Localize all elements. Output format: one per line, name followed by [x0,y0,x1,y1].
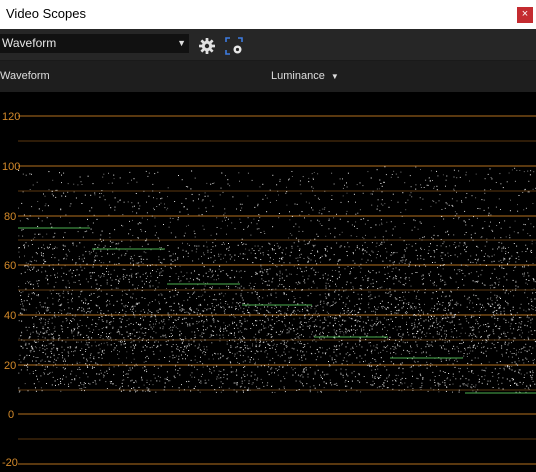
tick-label: 100 [2,161,20,173]
luminance-trace [18,166,536,393]
close-button[interactable]: × [517,7,533,23]
title-bar: Video Scopes × [0,0,536,29]
gear-icon[interactable] [198,37,216,55]
scope-type-select[interactable]: Waveform ▼ [0,34,189,53]
close-icon: × [522,8,528,20]
tick-label: 40 [4,310,16,322]
capture-icon[interactable] [225,37,243,55]
waveform-scope: 120 100 80 60 40 20 0 -20 [0,92,536,467]
dropdown-arrow-icon: ▼ [177,34,186,53]
tick-label: 20 [4,360,16,372]
toolbar: Waveform ▼ [0,29,536,61]
tick-label: 120 [2,111,20,123]
mode-label: Waveform [0,70,50,82]
tick-label: 0 [8,409,14,421]
scope-type-value: Waveform [2,36,56,50]
channel-label: Luminance [271,70,325,82]
scope-header: Waveform Luminance ▼ [0,61,536,92]
tick-label: 80 [4,211,16,223]
channel-dropdown[interactable]: Luminance ▼ [271,70,339,82]
y-axis-ticks: 120 100 80 60 40 20 0 -20 [2,111,20,467]
tick-label: 60 [4,260,16,272]
tick-label: -20 [2,457,18,467]
graticule [18,116,536,464]
chevron-down-icon: ▼ [331,72,339,81]
window-title: Video Scopes [6,6,86,21]
waveform-graph: 120 100 80 60 40 20 0 -20 [0,92,536,467]
